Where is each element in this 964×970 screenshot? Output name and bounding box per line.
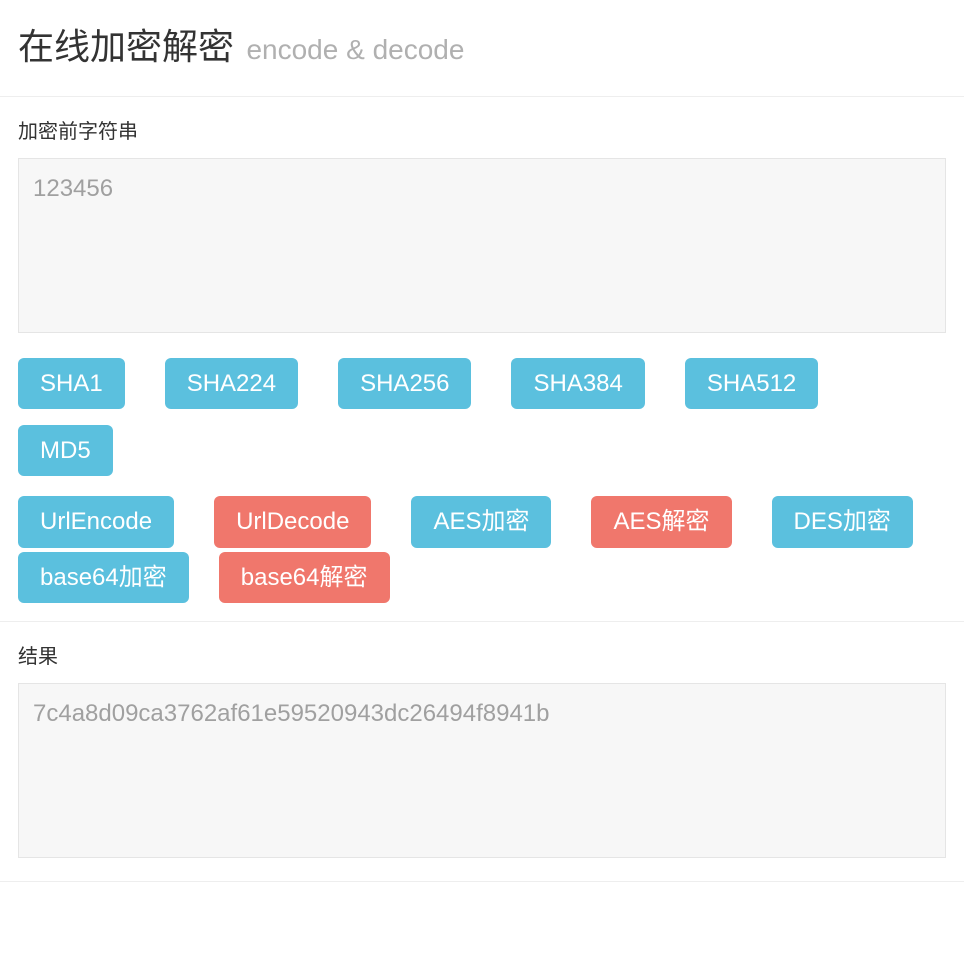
sha384-button[interactable]: SHA384 bbox=[511, 358, 644, 409]
md5-button[interactable]: MD5 bbox=[18, 425, 113, 476]
page-header: 在线加密解密 encode & decode bbox=[0, 0, 964, 97]
des-encrypt-button[interactable]: DES加密 bbox=[772, 496, 913, 547]
page-title: 在线加密解密 bbox=[18, 26, 234, 67]
sha256-button[interactable]: SHA256 bbox=[338, 358, 471, 409]
sha512-button[interactable]: SHA512 bbox=[685, 358, 818, 409]
result-label: 结果 bbox=[18, 640, 946, 669]
result-section: 结果 bbox=[0, 622, 964, 882]
urldecode-button[interactable]: UrlDecode bbox=[214, 496, 371, 547]
base64-decrypt-button[interactable]: base64解密 bbox=[219, 552, 390, 603]
input-section: 加密前字符串 SHA1 SHA224 SHA256 SHA384 SHA512 MD5 U… bbox=[0, 97, 964, 622]
urlencode-button[interactable]: UrlEncode bbox=[18, 496, 174, 547]
page-subtitle: encode & decode bbox=[246, 34, 464, 65]
button-row-2: UrlEncode UrlDecode AES加密 AES解密 DES加密 bbox=[18, 496, 946, 547]
sha224-button[interactable]: SHA224 bbox=[165, 358, 298, 409]
input-textarea[interactable] bbox=[18, 158, 946, 333]
button-row-1: SHA1 SHA224 SHA256 SHA384 SHA512 MD5 bbox=[18, 358, 946, 476]
button-row-3: base64加密 base64解密 bbox=[18, 552, 946, 603]
aes-encrypt-button[interactable]: AES加密 bbox=[411, 496, 551, 547]
result-textarea[interactable] bbox=[18, 683, 946, 858]
sha1-button[interactable]: SHA1 bbox=[18, 358, 125, 409]
input-label: 加密前字符串 bbox=[18, 115, 946, 144]
aes-decrypt-button[interactable]: AES解密 bbox=[591, 496, 731, 547]
base64-encrypt-button[interactable]: base64加密 bbox=[18, 552, 189, 603]
